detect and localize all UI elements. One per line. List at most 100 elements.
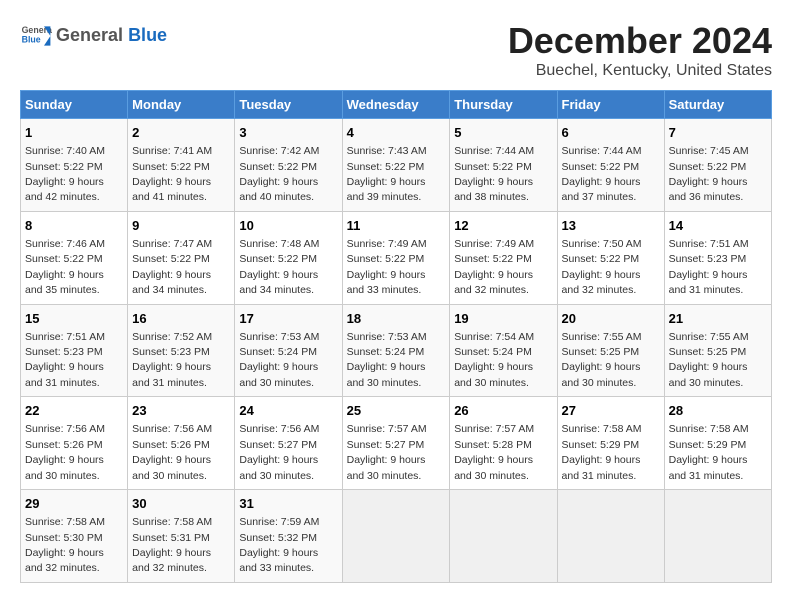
day-info: Sunrise: 7:51 AMSunset: 5:23 PMDaylight:… xyxy=(669,238,749,296)
main-title: December 2024 xyxy=(508,20,772,62)
day-info: Sunrise: 7:47 AMSunset: 5:22 PMDaylight:… xyxy=(132,238,212,296)
day-info: Sunrise: 7:53 AMSunset: 5:24 PMDaylight:… xyxy=(239,331,319,389)
calendar-cell: 13 Sunrise: 7:50 AMSunset: 5:22 PMDaylig… xyxy=(557,211,664,304)
header-friday: Friday xyxy=(557,91,664,119)
header-sunday: Sunday xyxy=(21,91,128,119)
calendar-cell: 9 Sunrise: 7:47 AMSunset: 5:22 PMDayligh… xyxy=(128,211,235,304)
day-info: Sunrise: 7:48 AMSunset: 5:22 PMDaylight:… xyxy=(239,238,319,296)
calendar-cell: 11 Sunrise: 7:49 AMSunset: 5:22 PMDaylig… xyxy=(342,211,450,304)
calendar-cell: 23 Sunrise: 7:56 AMSunset: 5:26 PMDaylig… xyxy=(128,397,235,490)
day-number: 22 xyxy=(25,402,123,420)
day-info: Sunrise: 7:44 AMSunset: 5:22 PMDaylight:… xyxy=(562,145,642,203)
day-info: Sunrise: 7:52 AMSunset: 5:23 PMDaylight:… xyxy=(132,331,212,389)
day-number: 3 xyxy=(239,124,337,142)
day-number: 15 xyxy=(25,310,123,328)
header-monday: Monday xyxy=(128,91,235,119)
calendar-cell: 17 Sunrise: 7:53 AMSunset: 5:24 PMDaylig… xyxy=(235,304,342,397)
day-number: 11 xyxy=(347,217,446,235)
calendar-cell xyxy=(664,490,771,583)
day-info: Sunrise: 7:55 AMSunset: 5:25 PMDaylight:… xyxy=(669,331,749,389)
calendar-cell: 3 Sunrise: 7:42 AMSunset: 5:22 PMDayligh… xyxy=(235,119,342,212)
calendar-cell: 30 Sunrise: 7:58 AMSunset: 5:31 PMDaylig… xyxy=(128,490,235,583)
calendar-week-4: 29 Sunrise: 7:58 AMSunset: 5:30 PMDaylig… xyxy=(21,490,772,583)
day-number: 6 xyxy=(562,124,660,142)
day-number: 12 xyxy=(454,217,552,235)
header-saturday: Saturday xyxy=(664,91,771,119)
day-number: 23 xyxy=(132,402,230,420)
calendar-week-0: 1 Sunrise: 7:40 AMSunset: 5:22 PMDayligh… xyxy=(21,119,772,212)
logo: General Blue General Blue xyxy=(20,20,167,52)
calendar-cell: 31 Sunrise: 7:59 AMSunset: 5:32 PMDaylig… xyxy=(235,490,342,583)
calendar-cell: 1 Sunrise: 7:40 AMSunset: 5:22 PMDayligh… xyxy=(21,119,128,212)
calendar-cell: 15 Sunrise: 7:51 AMSunset: 5:23 PMDaylig… xyxy=(21,304,128,397)
day-number: 7 xyxy=(669,124,767,142)
day-number: 1 xyxy=(25,124,123,142)
day-info: Sunrise: 7:59 AMSunset: 5:32 PMDaylight:… xyxy=(239,516,319,574)
subtitle: Buechel, Kentucky, United States xyxy=(508,62,772,80)
day-info: Sunrise: 7:57 AMSunset: 5:27 PMDaylight:… xyxy=(347,423,427,481)
calendar-cell: 7 Sunrise: 7:45 AMSunset: 5:22 PMDayligh… xyxy=(664,119,771,212)
calendar-cell: 26 Sunrise: 7:57 AMSunset: 5:28 PMDaylig… xyxy=(450,397,557,490)
day-info: Sunrise: 7:41 AMSunset: 5:22 PMDaylight:… xyxy=(132,145,212,203)
svg-text:Blue: Blue xyxy=(22,34,41,44)
calendar-cell: 8 Sunrise: 7:46 AMSunset: 5:22 PMDayligh… xyxy=(21,211,128,304)
calendar-cell: 12 Sunrise: 7:49 AMSunset: 5:22 PMDaylig… xyxy=(450,211,557,304)
calendar-cell: 16 Sunrise: 7:52 AMSunset: 5:23 PMDaylig… xyxy=(128,304,235,397)
calendar-cell: 29 Sunrise: 7:58 AMSunset: 5:30 PMDaylig… xyxy=(21,490,128,583)
day-number: 9 xyxy=(132,217,230,235)
logo-general-text: General xyxy=(56,25,123,45)
day-number: 26 xyxy=(454,402,552,420)
calendar-cell: 22 Sunrise: 7:56 AMSunset: 5:26 PMDaylig… xyxy=(21,397,128,490)
day-info: Sunrise: 7:58 AMSunset: 5:30 PMDaylight:… xyxy=(25,516,105,574)
calendar-cell: 20 Sunrise: 7:55 AMSunset: 5:25 PMDaylig… xyxy=(557,304,664,397)
day-number: 16 xyxy=(132,310,230,328)
calendar-body: 1 Sunrise: 7:40 AMSunset: 5:22 PMDayligh… xyxy=(21,119,772,583)
day-number: 17 xyxy=(239,310,337,328)
day-info: Sunrise: 7:55 AMSunset: 5:25 PMDaylight:… xyxy=(562,331,642,389)
day-number: 31 xyxy=(239,495,337,513)
calendar-header: Sunday Monday Tuesday Wednesday Thursday… xyxy=(21,91,772,119)
calendar-cell: 19 Sunrise: 7:54 AMSunset: 5:24 PMDaylig… xyxy=(450,304,557,397)
day-number: 5 xyxy=(454,124,552,142)
day-info: Sunrise: 7:51 AMSunset: 5:23 PMDaylight:… xyxy=(25,331,105,389)
calendar-cell: 28 Sunrise: 7:58 AMSunset: 5:29 PMDaylig… xyxy=(664,397,771,490)
calendar-cell: 18 Sunrise: 7:53 AMSunset: 5:24 PMDaylig… xyxy=(342,304,450,397)
day-number: 20 xyxy=(562,310,660,328)
logo-blue-text: Blue xyxy=(128,25,167,45)
calendar-week-1: 8 Sunrise: 7:46 AMSunset: 5:22 PMDayligh… xyxy=(21,211,772,304)
day-info: Sunrise: 7:53 AMSunset: 5:24 PMDaylight:… xyxy=(347,331,427,389)
day-info: Sunrise: 7:58 AMSunset: 5:29 PMDaylight:… xyxy=(562,423,642,481)
day-number: 27 xyxy=(562,402,660,420)
calendar-cell: 10 Sunrise: 7:48 AMSunset: 5:22 PMDaylig… xyxy=(235,211,342,304)
day-number: 8 xyxy=(25,217,123,235)
day-number: 18 xyxy=(347,310,446,328)
day-info: Sunrise: 7:58 AMSunset: 5:31 PMDaylight:… xyxy=(132,516,212,574)
day-number: 19 xyxy=(454,310,552,328)
calendar-cell xyxy=(342,490,450,583)
day-info: Sunrise: 7:49 AMSunset: 5:22 PMDaylight:… xyxy=(347,238,427,296)
day-info: Sunrise: 7:46 AMSunset: 5:22 PMDaylight:… xyxy=(25,238,105,296)
header: General Blue General Blue December 2024 … xyxy=(20,20,772,80)
calendar-week-2: 15 Sunrise: 7:51 AMSunset: 5:23 PMDaylig… xyxy=(21,304,772,397)
day-info: Sunrise: 7:42 AMSunset: 5:22 PMDaylight:… xyxy=(239,145,319,203)
day-info: Sunrise: 7:49 AMSunset: 5:22 PMDaylight:… xyxy=(454,238,534,296)
calendar-cell: 14 Sunrise: 7:51 AMSunset: 5:23 PMDaylig… xyxy=(664,211,771,304)
day-info: Sunrise: 7:57 AMSunset: 5:28 PMDaylight:… xyxy=(454,423,534,481)
day-number: 24 xyxy=(239,402,337,420)
calendar-cell: 6 Sunrise: 7:44 AMSunset: 5:22 PMDayligh… xyxy=(557,119,664,212)
day-info: Sunrise: 7:56 AMSunset: 5:26 PMDaylight:… xyxy=(25,423,105,481)
calendar-cell: 27 Sunrise: 7:58 AMSunset: 5:29 PMDaylig… xyxy=(557,397,664,490)
logo-icon: General Blue xyxy=(20,20,52,52)
calendar-cell: 5 Sunrise: 7:44 AMSunset: 5:22 PMDayligh… xyxy=(450,119,557,212)
calendar: Sunday Monday Tuesday Wednesday Thursday… xyxy=(20,90,772,583)
header-thursday: Thursday xyxy=(450,91,557,119)
day-info: Sunrise: 7:45 AMSunset: 5:22 PMDaylight:… xyxy=(669,145,749,203)
calendar-cell: 24 Sunrise: 7:56 AMSunset: 5:27 PMDaylig… xyxy=(235,397,342,490)
calendar-cell xyxy=(450,490,557,583)
calendar-cell: 25 Sunrise: 7:57 AMSunset: 5:27 PMDaylig… xyxy=(342,397,450,490)
header-wednesday: Wednesday xyxy=(342,91,450,119)
day-number: 14 xyxy=(669,217,767,235)
day-info: Sunrise: 7:56 AMSunset: 5:26 PMDaylight:… xyxy=(132,423,212,481)
calendar-cell: 21 Sunrise: 7:55 AMSunset: 5:25 PMDaylig… xyxy=(664,304,771,397)
calendar-cell xyxy=(557,490,664,583)
